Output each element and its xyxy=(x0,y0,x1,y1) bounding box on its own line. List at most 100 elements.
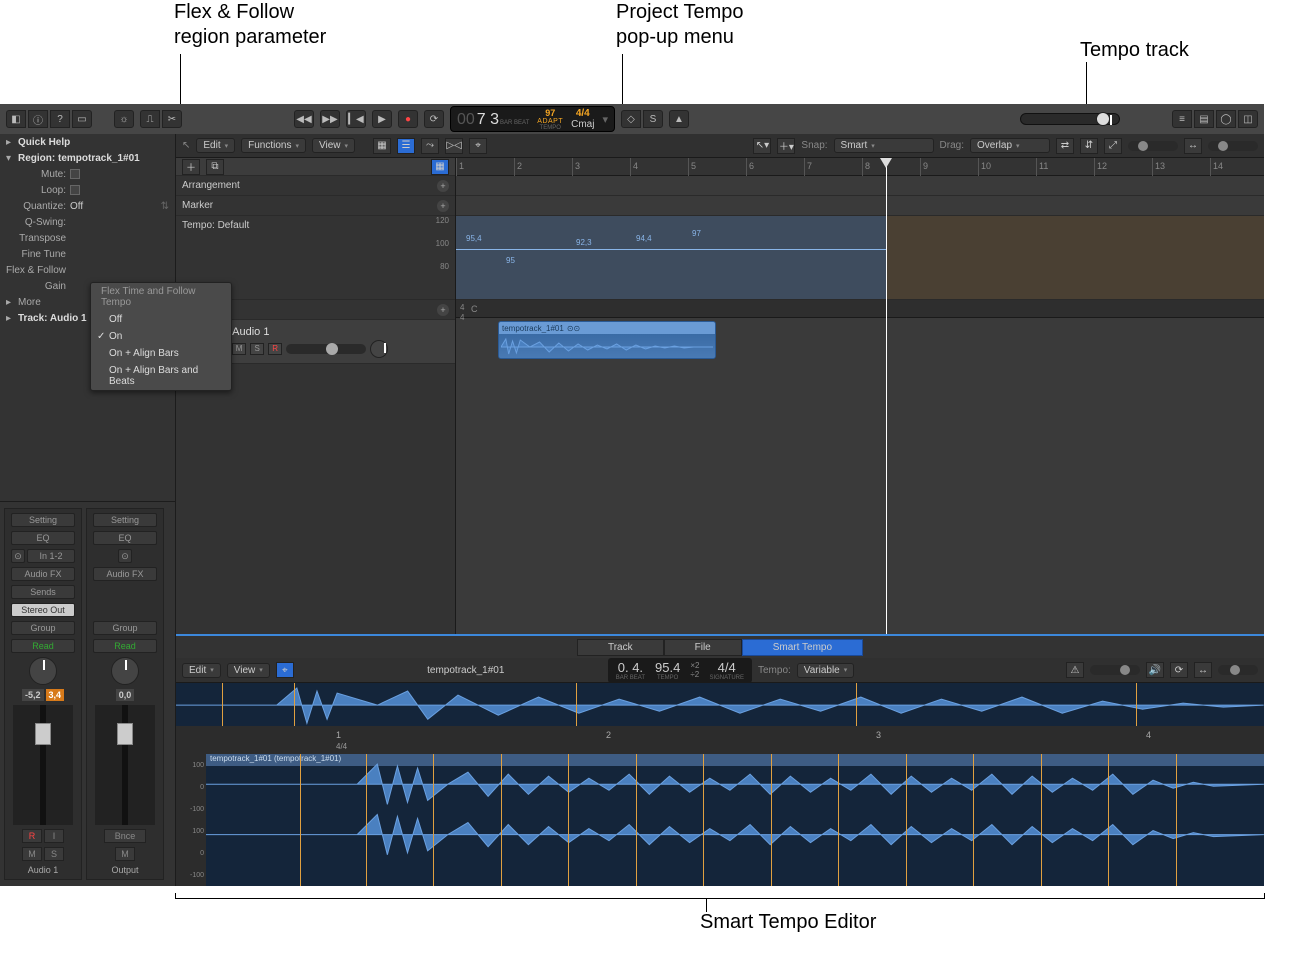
output-slot[interactable]: Stereo Out xyxy=(11,603,75,617)
functions-menu[interactable]: Functions xyxy=(241,138,306,153)
mute-btn[interactable]: M xyxy=(22,847,42,861)
edit-menu[interactable]: Edit xyxy=(196,138,235,153)
more-header[interactable]: More xyxy=(18,297,41,308)
lcd-display[interactable]: 007 3 BAR BEAT 97 ADAPT TEMPO 4/4 Cmaj ▾ xyxy=(450,106,615,132)
solo-btn[interactable]: S xyxy=(44,847,64,861)
master-volume-slider[interactable] xyxy=(1020,113,1120,125)
flex-toggle[interactable]: ⤳ xyxy=(421,138,439,154)
view-toggle-1[interactable]: ▦ xyxy=(373,138,391,154)
inspector-button[interactable]: ⓘ xyxy=(28,110,48,128)
group-slot[interactable]: Group xyxy=(11,621,75,635)
duplicate-track-button[interactable]: ⧉ xyxy=(206,159,224,175)
tempo-track-label[interactable]: Tempo: Default xyxy=(182,220,249,231)
tb-icon-1[interactable]: ⇄ xyxy=(1056,138,1074,154)
editor-hzoom-slider[interactable] xyxy=(1218,665,1258,675)
setting-slot[interactable]: Setting xyxy=(93,513,157,527)
marker-track-label[interactable]: Marker xyxy=(182,200,213,211)
region-name[interactable]: tempotrack_1#01 xyxy=(58,153,140,164)
editor-waveform[interactable]: tempotrack_1#01 (tempotrack_1#01) xyxy=(206,754,1264,886)
tb-icon-3[interactable]: ⤢ xyxy=(1104,138,1122,154)
project-tempo-popup[interactable]: 97 ADAPT TEMPO xyxy=(537,108,563,131)
record-enable-btn[interactable]: R xyxy=(22,829,42,843)
editor-overview[interactable] xyxy=(176,682,1264,726)
editor-ruler[interactable]: 1 2 3 4 4/4 xyxy=(176,726,1264,754)
pan-knob[interactable] xyxy=(29,657,57,685)
browser-button[interactable]: ◫ xyxy=(1238,110,1258,128)
editor-lcd[interactable]: 0. 4.BAR BEAT 95.4TEMPO ×2÷2 4/4SIGNATUR… xyxy=(608,658,752,683)
cycle-button[interactable]: ⟳ xyxy=(424,110,444,128)
snap-select[interactable]: Smart xyxy=(834,138,934,153)
solo-button[interactable]: S xyxy=(643,110,663,128)
auto-toggle[interactable]: ▷◁ xyxy=(445,138,463,154)
track-alt-toggle[interactable]: ⌖ xyxy=(469,138,487,154)
editor-speaker-btn[interactable]: 🔊 xyxy=(1146,662,1164,678)
audiofx-slot[interactable]: Audio FX xyxy=(93,567,157,581)
alt-tool[interactable]: ＋▾ xyxy=(777,138,795,154)
flex-menu-align-bars[interactable]: On + Align Bars xyxy=(91,345,231,362)
volume-fader[interactable] xyxy=(35,723,51,745)
input-slot[interactable]: In 1-2 xyxy=(27,549,75,563)
tb-icon-2[interactable]: ⇵ xyxy=(1080,138,1098,154)
group-slot[interactable]: Group xyxy=(93,621,157,635)
pan-knob[interactable] xyxy=(111,657,139,685)
tab-file[interactable]: File xyxy=(664,639,742,656)
tempo-x2[interactable]: ×2 xyxy=(690,661,699,670)
input-monitor-btn[interactable]: I xyxy=(44,829,64,843)
editor-warn-btn[interactable]: ⚠ xyxy=(1066,662,1084,678)
editor-zoom-slider[interactable] xyxy=(1090,665,1140,675)
tb-icon-4[interactable]: ↔ xyxy=(1184,138,1202,154)
tempo-point[interactable]: 94,4 xyxy=(636,234,652,243)
stop-button[interactable]: ▎◀ xyxy=(346,110,366,128)
tab-track[interactable]: Track xyxy=(577,639,664,656)
inspector-track-name[interactable]: Audio 1 xyxy=(50,313,87,324)
mute-btn[interactable]: M xyxy=(115,847,135,861)
v-zoom-slider[interactable] xyxy=(1128,141,1178,151)
flex-menu-off[interactable]: Off xyxy=(91,311,231,328)
play-button[interactable]: ▶ xyxy=(372,110,392,128)
drag-select[interactable]: Overlap xyxy=(970,138,1050,153)
bounce-btn[interactable]: Bnce xyxy=(104,829,146,843)
audio-region[interactable]: tempotrack_1#01 ⊙⊙ xyxy=(498,321,716,359)
mixer-button[interactable]: ⎍ xyxy=(140,110,160,128)
bar-ruler[interactable]: 1 2 3 4 5 6 7 8 9 10 11 12 13 14 xyxy=(456,158,1264,176)
track-pan-knob[interactable] xyxy=(370,340,388,358)
eq-slot[interactable]: EQ xyxy=(11,531,75,545)
list-editors-button[interactable]: ≡ xyxy=(1172,110,1192,128)
automation-mode[interactable]: Read xyxy=(93,639,157,653)
automation-mode[interactable]: Read xyxy=(11,639,75,653)
track-record-btn[interactable]: R xyxy=(268,343,282,355)
global-tracks-toggle[interactable]: ▦ xyxy=(431,159,449,175)
audiofx-slot[interactable]: Audio FX xyxy=(11,567,75,581)
track-solo-btn[interactable]: S xyxy=(250,343,264,355)
quick-help-button[interactable]: ? xyxy=(50,110,70,128)
playhead[interactable] xyxy=(886,158,887,634)
eq-slot[interactable]: EQ xyxy=(93,531,157,545)
view-toggle-2[interactable]: ☰ xyxy=(397,138,415,154)
editor-edit-menu[interactable]: Edit xyxy=(182,663,221,678)
master-button[interactable]: ▲ xyxy=(669,110,689,128)
sends-slot[interactable]: Sends xyxy=(11,585,75,599)
tempo-point[interactable]: 95,4 xyxy=(466,234,482,243)
tempo-point[interactable]: 95 xyxy=(506,256,515,265)
editor-cycle-btn[interactable]: ⟳ xyxy=(1170,662,1188,678)
track-vol-slider[interactable] xyxy=(286,344,366,354)
tab-smart-tempo[interactable]: Smart Tempo xyxy=(742,639,863,656)
notepad-button[interactable]: ▤ xyxy=(1194,110,1214,128)
pointer-tool[interactable]: ↖▾ xyxy=(753,138,771,154)
tempo-point[interactable]: 92,3 xyxy=(576,238,592,247)
quantize-value[interactable]: Off xyxy=(70,201,157,212)
sig-add[interactable]: + xyxy=(437,304,449,316)
library-button[interactable]: ◧ xyxy=(6,110,26,128)
loop-checkbox[interactable] xyxy=(70,185,80,195)
volume-fader[interactable] xyxy=(117,723,133,745)
setting-slot[interactable]: Setting xyxy=(11,513,75,527)
h-zoom-slider[interactable] xyxy=(1208,141,1258,151)
arrangement-track-label[interactable]: Arrangement xyxy=(182,180,240,191)
rewind-button[interactable]: ◀◀ xyxy=(294,110,314,128)
editor-tempo-select[interactable]: Variable xyxy=(797,663,854,678)
toolbar-button[interactable]: ▭ xyxy=(72,110,92,128)
editor-view-menu[interactable]: View xyxy=(227,663,270,678)
editor-analyze-btn[interactable]: ⌖ xyxy=(276,662,294,678)
mute-checkbox[interactable] xyxy=(70,169,80,179)
marker-add[interactable]: + xyxy=(437,200,449,212)
